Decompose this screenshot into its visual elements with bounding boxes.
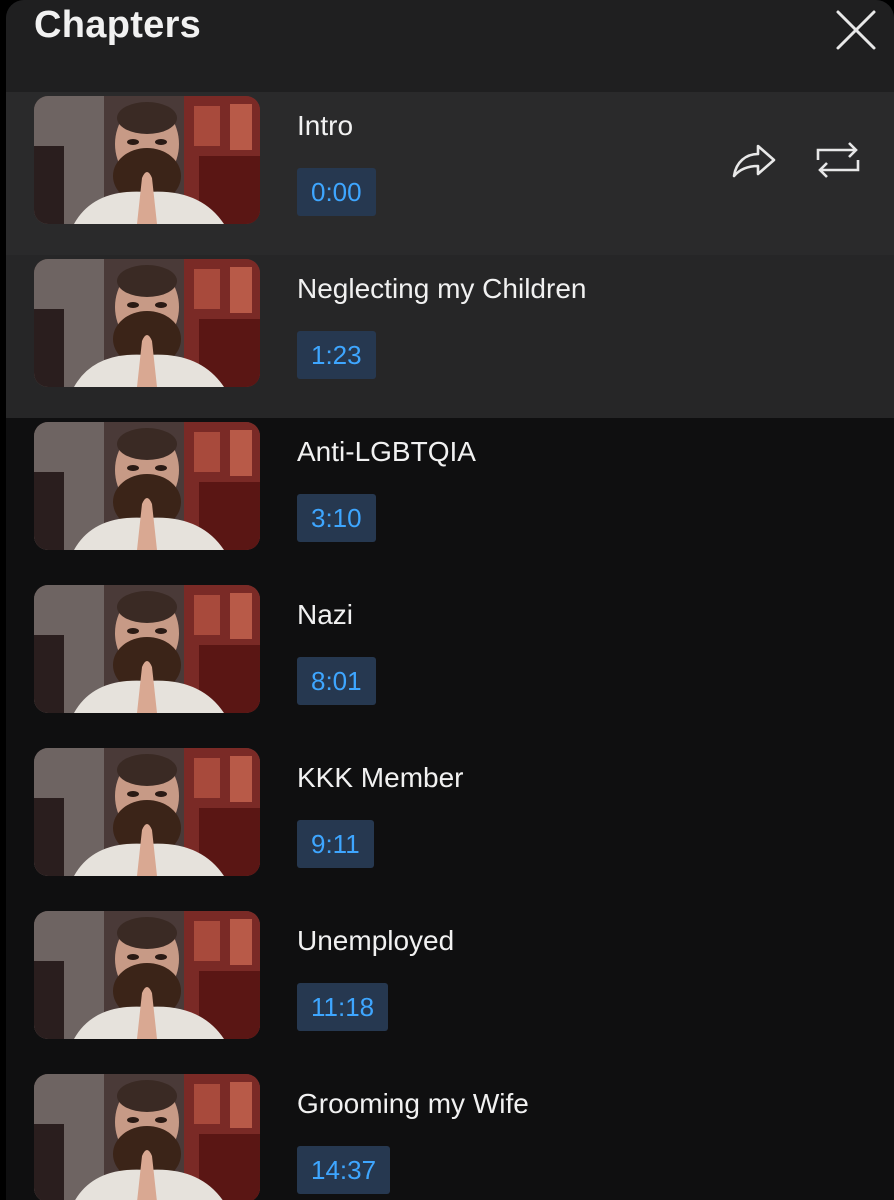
chapter-thumbnail[interactable]	[34, 748, 260, 876]
chapter-title: Intro	[297, 110, 354, 141]
chapter-title: Nazi	[297, 599, 354, 630]
chapter-timestamp[interactable]: 8:01	[297, 657, 376, 705]
chapter-timestamp[interactable]: 9:11	[297, 820, 374, 868]
chapter-timestamp[interactable]: 1:23	[297, 331, 376, 379]
chapter-thumbnail[interactable]	[34, 1074, 260, 1200]
chapter-thumbnail[interactable]	[34, 585, 260, 713]
share-icon	[732, 144, 776, 178]
panel-title: Chapters	[34, 4, 202, 46]
chapter-timestamp[interactable]: 14:37	[297, 1146, 391, 1194]
repeat-button[interactable]	[812, 134, 864, 186]
chapters-header: Chapters	[6, 0, 894, 92]
chapter-title: Neglecting my Children	[297, 273, 587, 304]
chapter-row[interactable]: Nazi 8:01	[6, 581, 894, 744]
chapter-thumbnail[interactable]	[34, 911, 260, 1039]
chapter-timestamp[interactable]: 0:00	[297, 168, 376, 216]
close-button[interactable]	[832, 6, 880, 54]
chapter-title: Grooming my Wife	[297, 1088, 529, 1119]
chapter-row[interactable]: Grooming my Wife 14:37	[6, 1070, 894, 1200]
chapter-title: Unemployed	[297, 925, 455, 956]
chapter-thumbnail[interactable]	[34, 422, 260, 550]
chapter-row[interactable]: KKK Member 9:11	[6, 744, 894, 907]
chapter-title: Anti-LGBTQIA	[297, 436, 476, 467]
chapter-timestamp[interactable]: 3:10	[297, 494, 376, 542]
chapters-panel: Chapters Intro 0:00 Neglecting my Childr…	[6, 0, 894, 1200]
chapter-row[interactable]: Intro 0:00	[6, 92, 894, 255]
chapter-row[interactable]: Anti-LGBTQIA 3:10	[6, 418, 894, 581]
chapter-row[interactable]: Neglecting my Children 1:23	[6, 255, 894, 418]
chapter-row[interactable]: Unemployed 11:18	[6, 907, 894, 1070]
chapter-timestamp[interactable]: 11:18	[297, 983, 389, 1031]
chapter-thumbnail[interactable]	[34, 259, 260, 387]
chapter-thumbnail[interactable]	[34, 96, 260, 224]
repeat-icon	[816, 142, 860, 178]
chapter-title: KKK Member	[297, 762, 464, 793]
close-icon	[836, 10, 876, 50]
share-button[interactable]	[728, 136, 780, 188]
